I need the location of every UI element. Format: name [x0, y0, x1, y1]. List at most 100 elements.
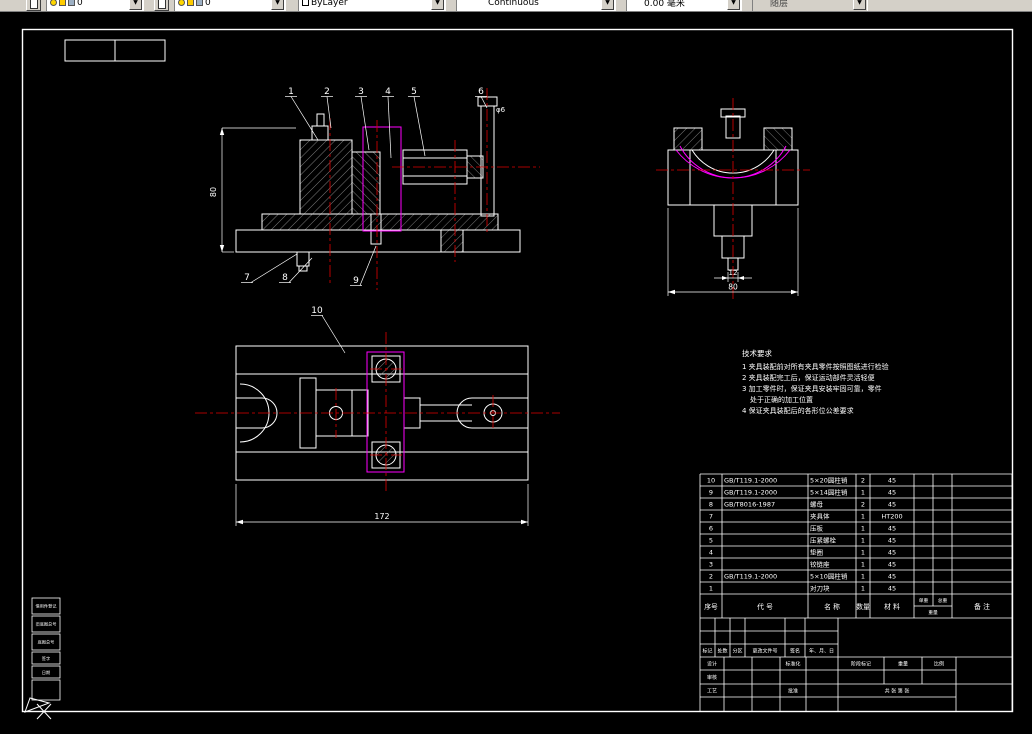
part-material: 45	[888, 489, 896, 497]
front-dimension-80	[221, 127, 296, 253]
part-name: 5×20圆柱销	[810, 476, 848, 485]
callout-number: 5	[411, 87, 417, 97]
part-no: 10	[707, 477, 715, 485]
front-view	[235, 96, 521, 272]
color-value: ByLayer	[311, 0, 348, 8]
layer-properties-icon[interactable]	[26, 0, 41, 11]
technical-notes: 技术要求 1 夹具装配前对所有夹具零件按照图纸进行检验 2 夹具装配完工后，保证…	[742, 348, 889, 415]
chevron-down-icon[interactable]: ▼	[853, 0, 866, 10]
part-name: 夹具体	[810, 512, 830, 521]
notes-line: 2 夹具装配完工后，保证运动部件灵活轻便	[742, 373, 875, 382]
part-name: 5×10圆柱销	[810, 572, 848, 581]
title-block-labels: 标记 处数 分区 更改文件号 签名 年、月、日 设计 标准化 阶段标记 重量 比…	[702, 648, 944, 695]
margin-label: 底图总号	[38, 639, 55, 646]
layer-lock-icon	[68, 0, 75, 6]
parts-list-grid	[699, 473, 1013, 711]
callout-number: 9	[353, 276, 359, 286]
tb-date: 年、月、日	[809, 648, 834, 655]
layer-on-icon	[178, 0, 185, 6]
dimension-text: 80	[728, 283, 738, 292]
part-material: 45	[888, 477, 896, 485]
part-code: GB/T119.1-2000	[724, 477, 777, 485]
part-code: GB/T119.1-2000	[724, 489, 777, 497]
tb-sign: 签名	[790, 648, 800, 655]
tb-design: 设计	[707, 661, 717, 668]
part-no: 8	[709, 501, 713, 509]
linetype-dropdown[interactable]: Continuous ▼	[456, 0, 616, 11]
part-material: 45	[888, 537, 896, 545]
header-remark: 备 注	[974, 602, 990, 611]
part-name: 对刀块	[810, 584, 830, 593]
part-qty: 1	[861, 525, 865, 533]
layer-name: 0	[205, 0, 211, 8]
chevron-down-icon[interactable]: ▼	[601, 0, 614, 10]
callout-number: 10	[311, 306, 323, 316]
part-qty: 2	[861, 501, 865, 509]
color-dropdown[interactable]: ByLayer ▼	[298, 0, 446, 11]
part-material: 45	[888, 561, 896, 569]
cad-application-window: 0 ▼ 0 ▼ ByLayer ▼ Continuous ▼ 0.00 毫米 ▼…	[0, 0, 1032, 734]
callout-number: 7	[244, 273, 250, 283]
tb-process: 工艺	[707, 689, 717, 695]
tb-audit: 审核	[707, 674, 717, 681]
layer-freeze-icon	[59, 0, 66, 6]
page-glyph	[30, 0, 38, 9]
part-no: 7	[709, 513, 713, 521]
header-name: 名 称	[824, 602, 840, 611]
part-material: 45	[888, 585, 896, 593]
part-qty: 1	[861, 549, 865, 557]
part-material: 45	[888, 501, 896, 509]
callout-number: 6	[478, 87, 484, 97]
dimension-text: 12	[729, 269, 738, 277]
notes-title: 技术要求	[742, 348, 772, 358]
tb-zone: 分区	[732, 648, 742, 655]
part-material: 45	[888, 525, 896, 533]
part-name: 压板	[810, 524, 824, 533]
tb-approve: 批准	[788, 688, 798, 695]
part-no: 6	[709, 525, 713, 533]
margin-label: 日期	[42, 670, 50, 676]
chevron-down-icon[interactable]: ▼	[129, 0, 142, 10]
part-code: GB/T8016-1987	[724, 501, 775, 509]
callout-number: 2	[324, 87, 330, 97]
ucs-pointer-icon	[24, 697, 52, 720]
header-weight: 重量	[928, 609, 938, 616]
frame-corner-block	[64, 39, 166, 62]
drawing-canvas[interactable]: 借用件登记 旧底图总号 底图总号 签字 日期 80 φ6 1 2 3 4 5 6…	[0, 0, 1032, 734]
page-glyph	[158, 0, 166, 9]
part-name: 5×14圆柱销	[810, 488, 848, 497]
tb-scale: 比例	[934, 661, 944, 668]
part-no: 4	[709, 549, 713, 557]
layer-lock-icon	[196, 0, 203, 6]
part-qty: 1	[861, 489, 865, 497]
layer-dropdown[interactable]: 0 ▼	[46, 0, 144, 11]
tb-weight: 重量	[898, 661, 908, 668]
part-name: 压紧螺栓	[810, 536, 837, 545]
notes-line: 1 夹具装配前对所有夹具零件按照图纸进行检验	[742, 362, 889, 371]
header-weight-total: 总重	[938, 597, 948, 604]
make-layer-current-icon[interactable]	[154, 0, 169, 11]
part-material: 45	[888, 549, 896, 557]
header-weight-unit: 单重	[919, 597, 929, 604]
thread-label: φ6	[496, 106, 506, 114]
plotstyle-dropdown[interactable]: 随层 ▼	[752, 0, 868, 11]
part-qty: 1	[861, 513, 865, 521]
chevron-down-icon[interactable]: ▼	[271, 0, 284, 10]
part-name: 垫圈	[810, 548, 823, 557]
header-qty: 数量	[856, 602, 870, 611]
part-code: GB/T119.1-2000	[724, 573, 777, 581]
chevron-down-icon[interactable]: ▼	[727, 0, 740, 10]
part-no: 1	[709, 585, 713, 593]
layer-state-dropdown[interactable]: 0 ▼	[174, 0, 286, 11]
part-no: 5	[709, 537, 713, 545]
chevron-down-icon[interactable]: ▼	[431, 0, 444, 10]
part-name: 螺母	[810, 500, 824, 509]
tb-stage: 阶段标记	[851, 661, 871, 668]
header-code: 代 号	[757, 602, 773, 611]
part-no: 3	[709, 561, 713, 569]
linetype-value: Continuous	[488, 0, 539, 8]
tb-file: 更改文件号	[752, 648, 777, 655]
plan-callout-leader	[311, 315, 346, 354]
callout-number: 1	[288, 87, 294, 97]
lineweight-dropdown[interactable]: 0.00 毫米 ▼	[626, 0, 742, 11]
